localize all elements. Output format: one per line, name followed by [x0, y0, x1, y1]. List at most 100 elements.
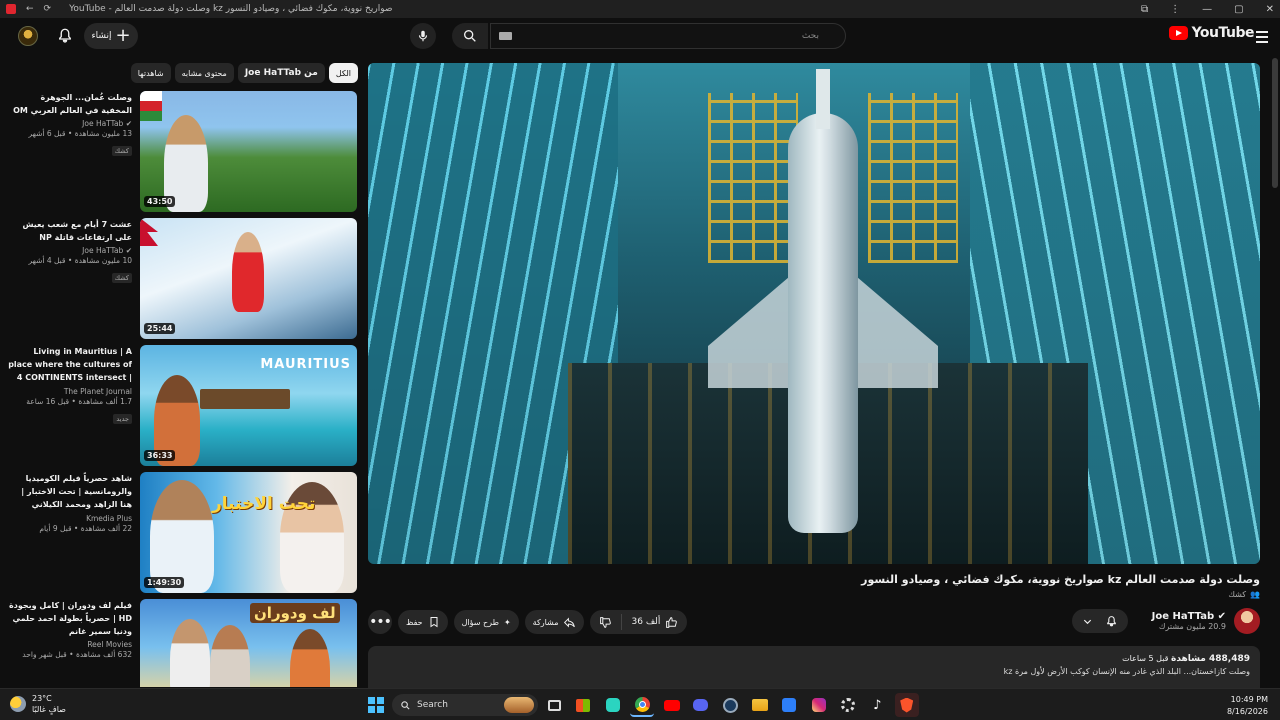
recommendation-channel[interactable]: The Planet Journal [8, 387, 132, 396]
copilot-icon[interactable] [601, 693, 625, 717]
chip-from-channel[interactable]: من Joe HaTTab [237, 63, 325, 83]
thumbnail-person [232, 232, 264, 312]
video-player[interactable] [368, 63, 1260, 564]
youtube-app-icon[interactable] [660, 693, 684, 717]
recommendation-thumbnail[interactable]: تحت الاختبار 1:49:30 [140, 472, 357, 593]
taskbar-icons [364, 693, 393, 717]
recommendation-thumbnail[interactable]: MAURITIUS 36:33 [140, 345, 357, 466]
recommendation-channel[interactable]: Reel Movies [8, 640, 132, 649]
recommendation-channel[interactable]: ✔ Joe HaTTab [8, 246, 132, 255]
back-arrow-icon[interactable]: ← [26, 4, 34, 14]
recommendation-thumbnail[interactable]: 25:44 [140, 218, 357, 339]
browser-app-icon [6, 4, 16, 14]
app-icon-blue[interactable] [777, 693, 801, 717]
channel-row: ✔ Joe HaTTab 20.9 مليون مشترك [1071, 605, 1260, 637]
recommendation-title[interactable]: عشت 7 أيام مع شعب يعيش على ارتفاعات قاتل… [8, 218, 132, 244]
search-button[interactable] [452, 23, 488, 49]
recommendation-channel[interactable]: ✔ Joe HaTTab [8, 119, 132, 128]
more-actions-button[interactable]: ••• [368, 610, 392, 634]
duration-badge: 1:49:30 [144, 577, 185, 588]
bell-icon [1106, 615, 1116, 626]
settings-gear-icon[interactable] [836, 693, 860, 717]
create-button[interactable]: إنشاء + [84, 23, 138, 49]
recommendation-item[interactable]: 43:50 وصلت عُمان... الجوهرة المخفية في ا… [8, 91, 358, 213]
steam-icon[interactable] [718, 693, 742, 717]
tiktok-icon[interactable]: ♪ [865, 693, 889, 717]
like-button[interactable]: 36 ألف [622, 610, 687, 634]
menu-dots-icon[interactable]: ⋮ [1170, 4, 1180, 15]
recommendation-info: وصلت عُمان... الجوهرة المخفية في العالم … [8, 91, 132, 157]
share-button[interactable]: مشاركة [524, 610, 585, 634]
recommendation-item[interactable]: MAURITIUS 36:33 Living in Mauritius | A … [8, 345, 358, 467]
recommendation-item[interactable]: 25:44 عشت 7 أيام مع شعب يعيش على ارتفاعا… [8, 218, 358, 340]
recommendation-title[interactable]: شاهد حصرياً فيلم الكوميديا والرومانسية |… [8, 472, 132, 512]
recommendation-item[interactable]: تحت الاختبار 1:49:30 شاهد حصرياً فيلم ال… [8, 472, 358, 594]
weather-widget[interactable]: 23°C صافٍ غالبًا [10, 693, 66, 715]
subscribed-button[interactable] [1071, 609, 1128, 633]
youtube-logo[interactable]: YouTube [1168, 25, 1255, 41]
thumbs-up-icon [666, 616, 678, 628]
like-dislike-group: 36 ألف [590, 610, 688, 634]
page-scrollbar[interactable] [1272, 58, 1278, 188]
video-frame-gantry-right [868, 93, 958, 263]
taskbar-search-label: Search [417, 700, 448, 710]
recommendation-thumbnail[interactable]: لف ودوران [140, 599, 357, 687]
channel-avatar[interactable] [1234, 608, 1260, 634]
share-arrow-icon [564, 617, 576, 627]
recommendation-info: شاهد حصرياً فيلم الكوميديا والرومانسية |… [8, 472, 132, 533]
guide-menu-icon[interactable] [1252, 27, 1272, 47]
ask-button[interactable]: طرح سؤال ✦ [453, 610, 519, 634]
recommendation-channel[interactable]: Kmedia Plus [8, 514, 132, 523]
close-button[interactable]: ✕ [1266, 4, 1274, 15]
sparkle-icon: ✦ [503, 617, 511, 627]
subscriber-count: 20.9 مليون مشترك [1158, 622, 1226, 631]
recommendation-item[interactable]: لف ودوران فيلم لف ودوران | كامل وبجودة H… [8, 599, 358, 687]
chrome-icon[interactable] [630, 693, 655, 717]
video-actions: ••• حفظ طرح سؤال ✦ مشاركة 36 ألف [368, 610, 688, 634]
file-explorer-icon[interactable] [748, 693, 772, 717]
minimize-button[interactable]: — [1202, 4, 1212, 15]
windows-taskbar: 23°C صافٍ غالبًا Search ♪ 10:49 PM 8/16/… [0, 688, 1280, 720]
discord-icon[interactable] [689, 693, 713, 717]
maximize-button[interactable]: ▢ [1234, 4, 1243, 15]
chip-all[interactable]: الكل [328, 63, 358, 83]
taskbar-search[interactable]: Search [392, 694, 538, 716]
instagram-icon[interactable] [807, 693, 831, 717]
search-icon [464, 29, 476, 42]
recommendation-title[interactable]: فيلم لف ودوران | كامل وبجودة HD | حصرياً… [8, 599, 132, 638]
search-placeholder: بحث [801, 31, 819, 41]
youtube-play-icon [1168, 26, 1188, 40]
chip-watched[interactable]: شاهدتها [130, 63, 171, 83]
windows-start-icon[interactable] [364, 693, 388, 717]
save-button[interactable]: حفظ [398, 610, 448, 634]
chip-related[interactable]: محتوى مشابه [174, 63, 234, 83]
ask-label: طرح سؤال [461, 617, 499, 627]
channel-badge-row: 👥 كشك [1228, 590, 1260, 599]
duration-badge: 25:44 [144, 323, 176, 334]
recommendation-meta: 10 مليون مشاهدة • قبل 4 أشهر [28, 256, 132, 265]
thumbnail-text: تحت الاختبار [212, 494, 316, 514]
voice-search-button[interactable] [410, 23, 436, 49]
recommendation-title[interactable]: Living in Mauritius | A place where the … [8, 345, 132, 385]
refresh-icon[interactable]: ⟳ [44, 4, 52, 14]
task-view-icon[interactable] [542, 693, 566, 717]
share-label: مشاركة [532, 617, 559, 627]
notifications-bell-icon[interactable] [56, 27, 74, 45]
microsoft-store-icon[interactable] [571, 693, 595, 717]
nepal-flag-icon [140, 218, 158, 246]
oman-flag-icon [140, 91, 162, 121]
keyboard-icon[interactable] [499, 32, 512, 40]
brave-browser-icon[interactable] [894, 693, 919, 717]
logo-text: YouTube [1191, 25, 1255, 41]
channel-name[interactable]: ✔ Joe HaTTab [1152, 611, 1226, 622]
thumbnail-hut [200, 389, 290, 409]
microphone-icon [418, 30, 428, 42]
recommendation-thumbnail[interactable]: 43:50 [140, 91, 357, 212]
recommendation-title[interactable]: وصلت عُمان... الجوهرة المخفية في العالم … [8, 91, 132, 117]
account-avatar[interactable] [18, 26, 38, 46]
search-input[interactable]: بحث [490, 23, 846, 49]
dislike-button[interactable] [590, 610, 621, 634]
duration-badge: 43:50 [144, 196, 176, 207]
extensions-icon[interactable]: ⧉ [1141, 4, 1148, 15]
system-clock[interactable]: 10:49 PM 8/16/2026 [1227, 694, 1268, 718]
